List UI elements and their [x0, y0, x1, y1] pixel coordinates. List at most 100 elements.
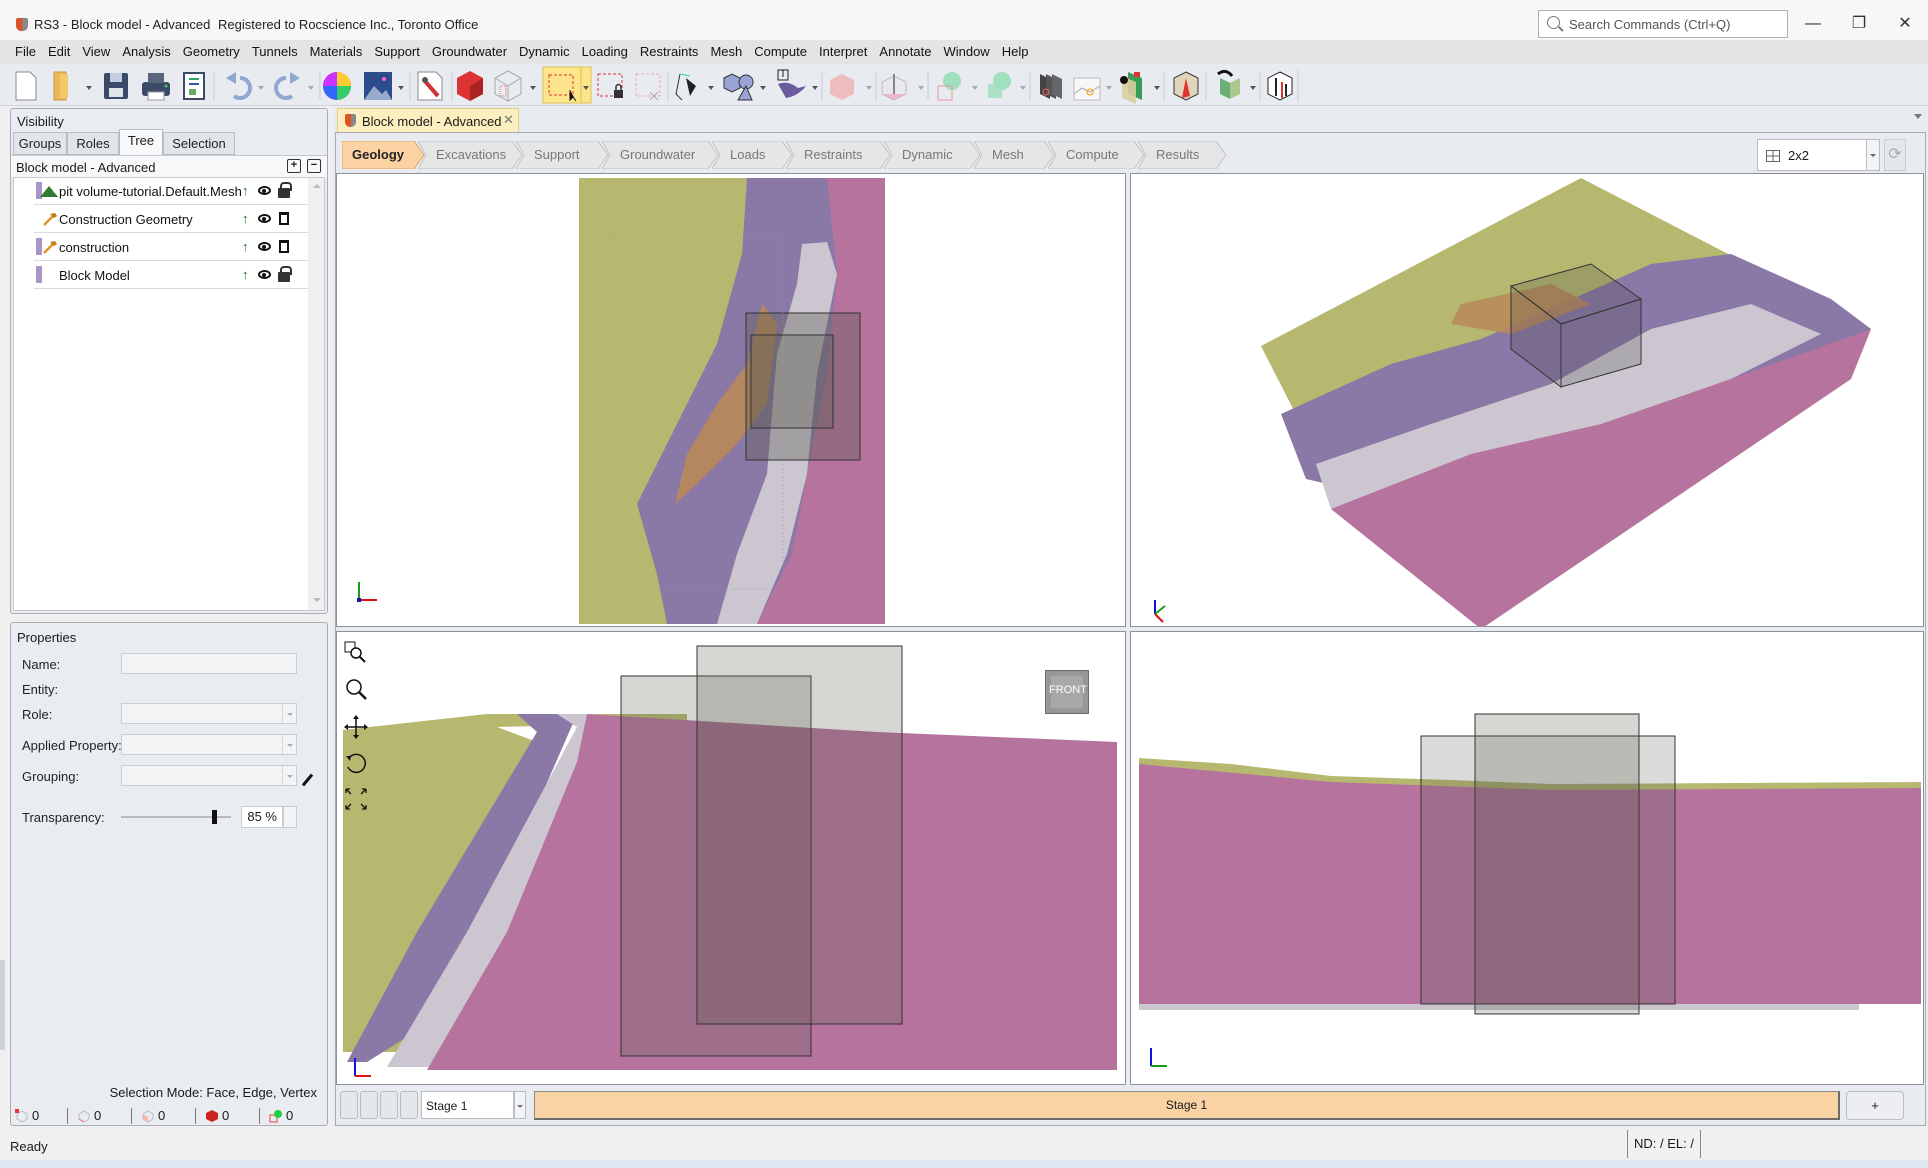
menu-loading[interactable]: Loading: [576, 40, 634, 64]
cut-solid-icon[interactable]: [1173, 71, 1199, 101]
collapse-all-icon[interactable]: −: [307, 159, 321, 173]
applied-property-select[interactable]: [121, 734, 297, 755]
tab-selection[interactable]: Selection: [163, 132, 235, 155]
rotate-icon[interactable]: [343, 750, 369, 776]
redo-icon[interactable]: [274, 72, 300, 100]
viewport-front[interactable]: FRONT: [336, 631, 1126, 1085]
delete-icon[interactable]: [279, 240, 289, 253]
tab-roles[interactable]: Roles: [67, 132, 119, 155]
workflow-tab-loads[interactable]: Loads: [712, 141, 794, 169]
last-stage-button[interactable]: [400, 1091, 418, 1119]
refresh-icon[interactable]: ⟳: [1884, 139, 1906, 171]
tree-scrollbar[interactable]: [308, 178, 324, 610]
workflow-tab-results[interactable]: Results: [1138, 141, 1228, 169]
transparency-spinner[interactable]: [283, 806, 297, 828]
workflow-tab-geology[interactable]: Geology: [342, 141, 426, 169]
layout-dropdown-button[interactable]: [1866, 139, 1880, 171]
visibility-eye-icon[interactable]: [258, 242, 271, 251]
layout-select[interactable]: 2x2: [1757, 139, 1867, 171]
menu-annotate[interactable]: Annotate: [873, 40, 937, 64]
boolean-intersect-icon[interactable]: [988, 72, 1011, 98]
menu-analysis[interactable]: Analysis: [116, 40, 176, 64]
tab-tree[interactable]: Tree: [119, 129, 163, 155]
layers-icon[interactable]: [1040, 74, 1062, 99]
tree-item[interactable]: construction ↑: [34, 234, 309, 261]
move-up-icon[interactable]: ↑: [242, 239, 249, 254]
visibility-eye-icon[interactable]: [258, 186, 271, 195]
menu-groundwater[interactable]: Groundwater: [426, 40, 513, 64]
delete-icon[interactable]: [279, 212, 289, 225]
zoom-extents-icon[interactable]: [343, 786, 369, 812]
wire-box-icon[interactable]: [494, 70, 522, 102]
restore-button[interactable]: ❐: [1842, 12, 1876, 36]
zoom-window-icon[interactable]: [343, 640, 369, 666]
undo-icon[interactable]: [226, 72, 252, 100]
viewport-side[interactable]: [1130, 631, 1924, 1085]
surface-profile-icon[interactable]: [1073, 77, 1101, 101]
scroll-up-icon[interactable]: [313, 184, 321, 188]
lock-icon[interactable]: [278, 266, 292, 282]
tree-item[interactable]: Block Model ↑: [34, 262, 309, 289]
menu-restraints[interactable]: Restraints: [634, 40, 705, 64]
stage-timeline-item[interactable]: Stage 1: [534, 1091, 1840, 1120]
view-section-icon[interactable]: [1120, 72, 1142, 104]
menu-help[interactable]: Help: [996, 40, 1035, 64]
dimension-icon[interactable]: [1267, 71, 1293, 101]
scroll-down-icon[interactable]: [313, 598, 321, 602]
expand-all-icon[interactable]: +: [287, 159, 301, 173]
pan-icon[interactable]: [343, 714, 369, 740]
add-stage-button[interactable]: +: [1846, 1091, 1904, 1120]
boolean-union-icon[interactable]: [937, 72, 961, 101]
menu-interpret[interactable]: Interpret: [813, 40, 873, 64]
pen-tool-icon[interactable]: [675, 73, 696, 101]
solid-red-icon[interactable]: [457, 71, 483, 101]
workflow-tab-mesh[interactable]: Mesh: [974, 141, 1056, 169]
workflow-tab-restraints[interactable]: Restraints: [786, 141, 892, 169]
menu-window[interactable]: Window: [937, 40, 995, 64]
shapes-icon[interactable]: [723, 73, 754, 101]
viewport-3d[interactable]: [1130, 173, 1924, 627]
close-button[interactable]: ✕: [1888, 12, 1922, 36]
report-icon[interactable]: [183, 72, 205, 100]
stage-dropdown-button[interactable]: [514, 1091, 526, 1119]
zoom-icon[interactable]: [343, 676, 369, 702]
search-commands-input[interactable]: Search Commands (Ctrl+Q): [1538, 10, 1788, 38]
print-icon[interactable]: [142, 73, 170, 101]
tree-item[interactable]: pit volume-tutorial.Default.Mesh ↑: [34, 178, 309, 205]
menu-file[interactable]: File: [9, 40, 42, 64]
name-field[interactable]: [121, 653, 297, 674]
minimize-button[interactable]: —: [1796, 12, 1830, 36]
lock-selection-icon[interactable]: [597, 73, 623, 98]
move-solid-icon[interactable]: [830, 74, 854, 100]
menu-tunnels[interactable]: Tunnels: [246, 40, 304, 64]
menu-view[interactable]: View: [76, 40, 116, 64]
paint-bucket-icon[interactable]: [1217, 69, 1240, 99]
document-tab[interactable]: Block model - Advanced ✕: [337, 108, 519, 132]
workflow-tab-compute[interactable]: Compute: [1048, 141, 1146, 169]
clear-selection-icon[interactable]: [635, 73, 661, 101]
image-icon[interactable]: [364, 72, 392, 100]
transparency-input[interactable]: 85 %: [241, 806, 283, 828]
viewport-plan[interactable]: [336, 173, 1126, 627]
edit-pencil-icon[interactable]: [301, 773, 314, 787]
menu-mesh[interactable]: Mesh: [704, 40, 748, 64]
menu-compute[interactable]: Compute: [748, 40, 813, 64]
move-up-icon[interactable]: ↑: [242, 183, 249, 198]
menu-edit[interactable]: Edit: [42, 40, 76, 64]
open-folder-icon[interactable]: [53, 71, 68, 101]
next-stage-button[interactable]: [380, 1091, 398, 1119]
visibility-eye-icon[interactable]: [258, 270, 271, 279]
tab-groups[interactable]: Groups: [13, 132, 67, 155]
workflow-tab-dynamic[interactable]: Dynamic: [884, 141, 982, 169]
tab-overflow-icon[interactable]: [1914, 114, 1922, 119]
edit-geometry-icon[interactable]: [417, 71, 443, 101]
menu-dynamic[interactable]: Dynamic: [513, 40, 576, 64]
box-select-icon[interactable]: [542, 66, 582, 104]
grouping-select[interactable]: [121, 765, 297, 786]
move-up-icon[interactable]: ↑: [242, 211, 249, 226]
workflow-tab-excavations[interactable]: Excavations: [418, 141, 524, 169]
visibility-eye-icon[interactable]: [258, 214, 271, 223]
menu-geometry[interactable]: Geometry: [177, 40, 246, 64]
workflow-tab-groundwater[interactable]: Groundwater: [602, 141, 720, 169]
new-file-icon[interactable]: [15, 71, 37, 101]
